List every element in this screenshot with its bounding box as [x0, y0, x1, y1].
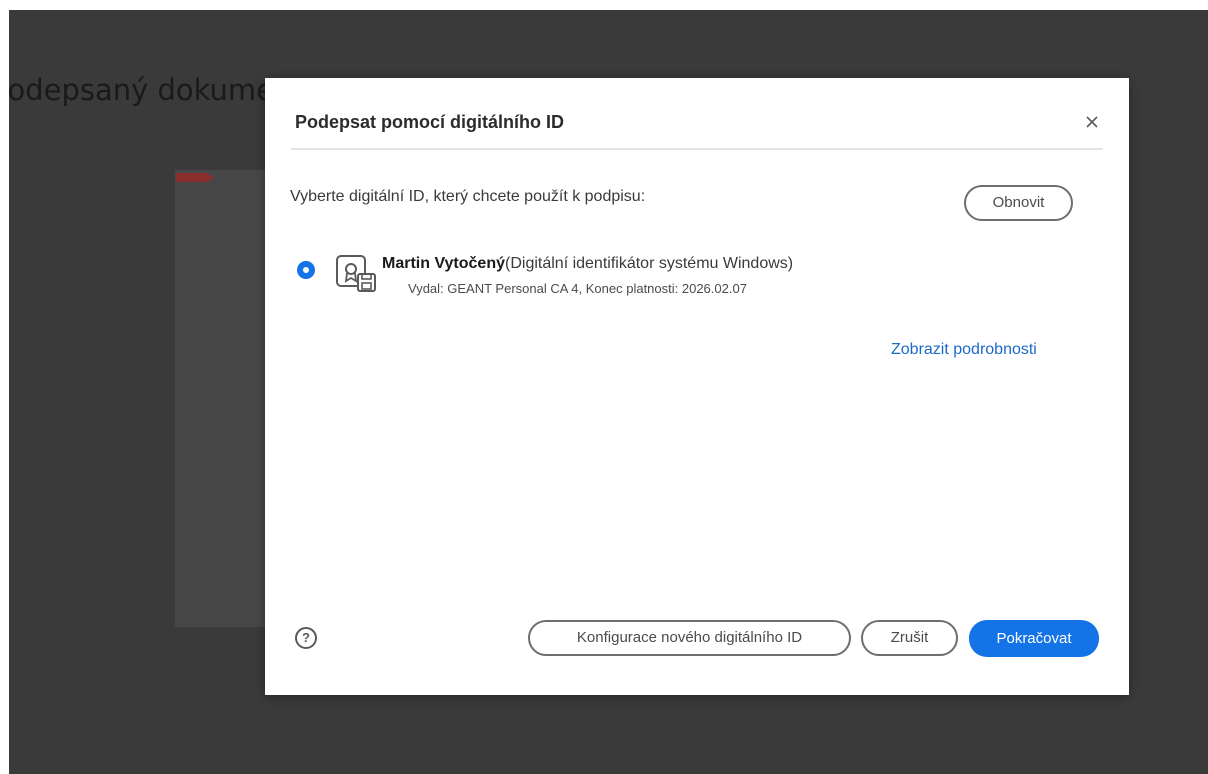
digital-id-name: Martin Vytočený: [382, 255, 505, 272]
digital-id-type: (Digitální identifikátor systému Windows…: [505, 255, 794, 272]
cancel-button[interactable]: Zrušit: [861, 620, 958, 656]
close-icon[interactable]: [1080, 110, 1104, 134]
help-icon[interactable]: ?: [295, 627, 317, 649]
digital-id-radio[interactable]: [297, 261, 315, 279]
page-preview: [175, 170, 270, 627]
digital-id-details: Vydal: GEANT Personal CA 4, Konec platno…: [408, 281, 747, 296]
document-title: Podepsaný dokument: [9, 73, 269, 107]
select-id-prompt: Vyberte digitální ID, který chcete použí…: [290, 188, 646, 205]
page-marker: [176, 173, 214, 182]
configure-new-id-button[interactable]: Konfigurace nového digitálního ID: [528, 620, 851, 656]
title-divider: [291, 148, 1103, 150]
certificate-icon: [335, 254, 383, 298]
dialog-title: Podepsat pomocí digitálního ID: [295, 112, 565, 132]
show-details-link[interactable]: Zobrazit podrobnosti: [891, 341, 1037, 359]
refresh-button[interactable]: Obnovit: [964, 185, 1073, 221]
digital-id-entry[interactable]: Martin Vytočený(Digitální identifikátor …: [382, 255, 793, 273]
continue-button[interactable]: Pokračovat: [969, 620, 1099, 657]
sign-dialog: Podepsat pomocí digitálního ID Vyberte d…: [265, 78, 1129, 695]
